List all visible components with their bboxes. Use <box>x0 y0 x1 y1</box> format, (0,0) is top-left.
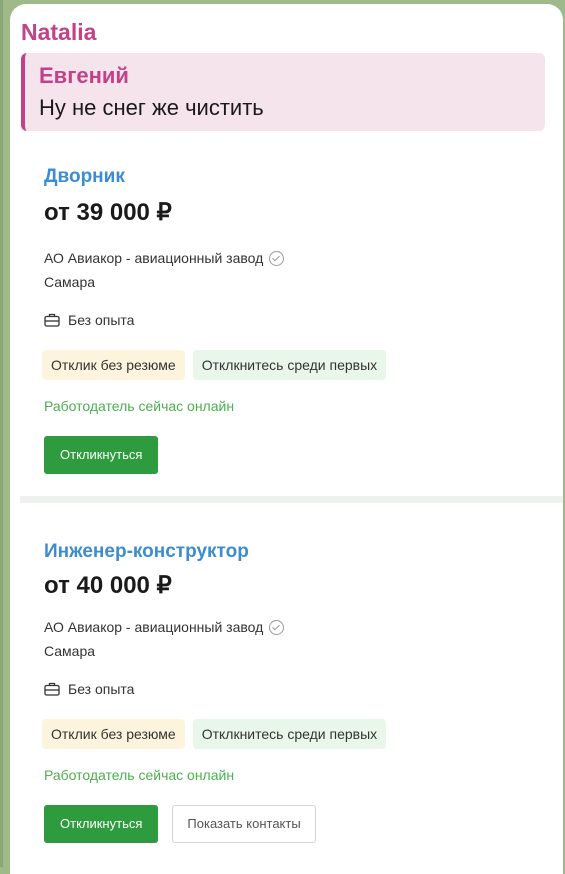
tag-list: Отклик без резюме Отклкнитесь среди перв… <box>42 350 387 380</box>
employer-online-status: Работодатель сейчас онлайн <box>44 767 235 783</box>
company-row: АО Авиакор - авиационный завод <box>44 619 285 635</box>
company-row: АО Авиакор - авиационный завод <box>44 250 285 266</box>
vacancy-salary: от 39 000 ₽ <box>44 199 172 226</box>
apply-button[interactable]: Откликнуться <box>44 436 159 474</box>
vacancy-card: Дворник от 39 000 ₽ АО Авиакор - авиацио… <box>20 146 563 503</box>
apply-button[interactable]: Откликнуться <box>44 805 159 843</box>
company-name[interactable]: АО Авиакор - авиационный завод <box>44 250 263 266</box>
tag-be-first: Отклкнитесь среди первых <box>192 350 387 380</box>
briefcase-icon <box>44 313 60 327</box>
experience-row: Без опыта <box>44 312 134 328</box>
vacancy-city: Самара <box>44 274 96 290</box>
action-buttons: Откликнуться Показать контакты <box>44 805 316 843</box>
reply-author: Евгений <box>39 63 129 88</box>
sender-name[interactable]: Natalia <box>21 19 96 46</box>
tag-list: Отклик без резюме Отклкнитесь среди перв… <box>42 719 387 749</box>
experience-label: Без опыта <box>68 681 135 697</box>
vacancy-card: Инженер-конструктор от 40 000 ₽ АО Авиак… <box>20 515 563 865</box>
reply-text: Ну не снег же чистить <box>39 95 264 120</box>
verified-icon <box>269 250 285 266</box>
background-strip <box>0 0 3 867</box>
experience-row: Без опыта <box>44 681 134 697</box>
vacancy-salary: от 40 000 ₽ <box>44 572 172 599</box>
tag-be-first: Отклкнитесь среди первых <box>192 719 387 749</box>
action-buttons: Откликнуться <box>44 436 159 474</box>
experience-label: Без опыта <box>68 312 135 328</box>
vacancy-title-link[interactable]: Инженер-конструктор <box>44 541 249 563</box>
reply-quote[interactable]: Евгений Ну не снег же чистить <box>21 53 545 131</box>
company-name[interactable]: АО Авиакор - авиационный завод <box>44 619 263 635</box>
tag-no-resume: Отклик без резюме <box>42 350 185 380</box>
tag-no-resume: Отклик без резюме <box>42 719 185 749</box>
message-bubble: Natalia Евгений Ну не снег же чистить Дв… <box>10 4 563 874</box>
show-contacts-button[interactable]: Показать контакты <box>172 805 316 843</box>
verified-icon <box>269 619 285 635</box>
employer-online-status: Работодатель сейчас онлайн <box>44 398 235 414</box>
briefcase-icon <box>44 682 60 696</box>
vacancy-title-link[interactable]: Дворник <box>44 166 125 188</box>
vacancy-city: Самара <box>44 643 96 659</box>
